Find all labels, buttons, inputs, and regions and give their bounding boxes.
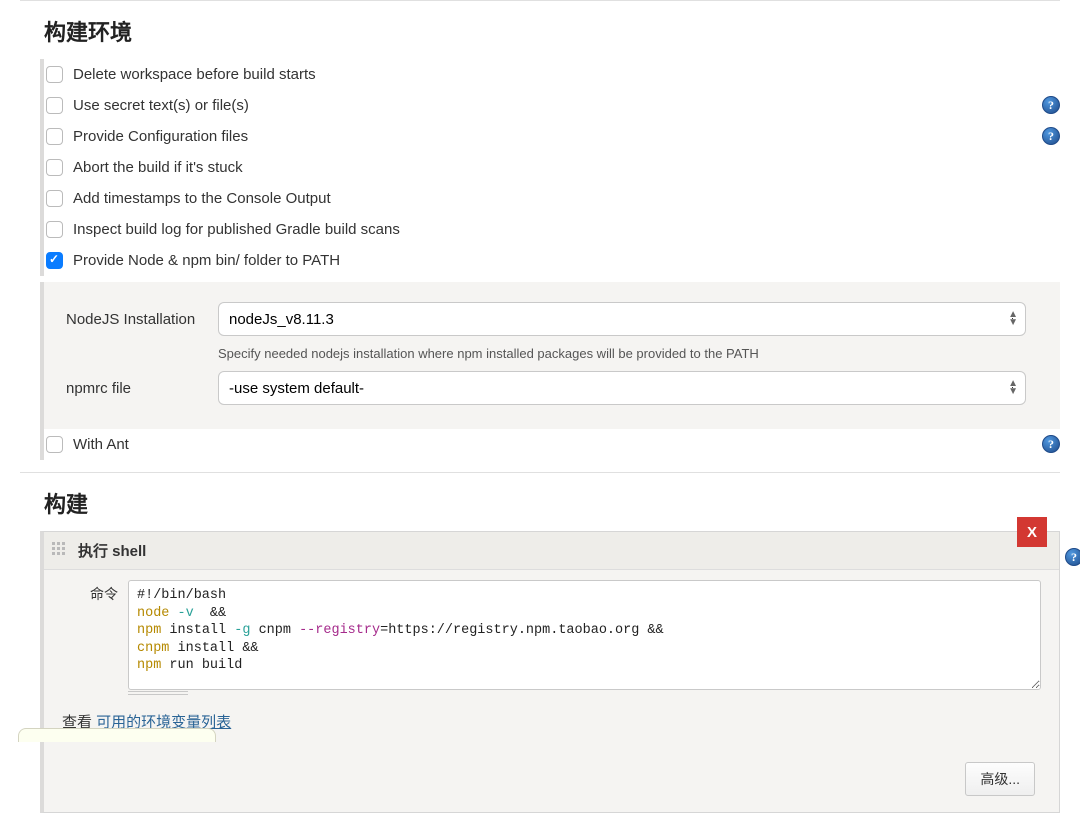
opt-label: Delete workspace before build starts — [73, 66, 316, 83]
command-textarea[interactable]: #!/bin/bash node -v && npm install -g cn… — [128, 580, 1041, 690]
opt-delete-workspace[interactable]: Delete workspace before build starts — [44, 59, 1060, 90]
delete-step-button[interactable]: X — [1017, 517, 1047, 547]
opt-label: Abort the build if it's stuck — [73, 159, 243, 176]
nodejs-install-label: NodeJS Installation — [66, 311, 218, 328]
opt-gradle-scans[interactable]: Inspect build log for published Gradle b… — [44, 214, 1060, 245]
checkbox-delete-workspace[interactable] — [46, 66, 63, 83]
help-icon[interactable]: ? — [1065, 548, 1080, 566]
build-env-options: Delete workspace before build starts Use… — [40, 59, 1060, 276]
advanced-button[interactable]: 高级... — [965, 762, 1035, 796]
checkbox-provide-node[interactable] — [46, 252, 63, 269]
checkbox-use-secret[interactable] — [46, 97, 63, 114]
resize-grip-icon[interactable] — [128, 691, 188, 695]
opt-label: Use secret text(s) or file(s) — [73, 97, 249, 114]
help-icon[interactable]: ? — [1042, 127, 1060, 145]
opt-provide-node[interactable]: Provide Node & npm bin/ folder to PATH — [44, 245, 1060, 276]
opt-label: Add timestamps to the Console Output — [73, 190, 331, 207]
step-title: 执行 shell — [78, 532, 146, 569]
section-build-title: 构建 — [44, 487, 1060, 519]
section-build-env-title: 构建环境 — [44, 15, 1060, 47]
help-icon[interactable]: ? — [1042, 96, 1060, 114]
command-label: 命令 — [62, 580, 128, 604]
checkbox-with-ant[interactable] — [46, 436, 63, 453]
opt-label: Provide Configuration files — [73, 128, 248, 145]
nodejs-install-select[interactable]: nodeJs_v8.11.3 — [218, 302, 1026, 336]
opt-provide-config[interactable]: Provide Configuration files ? — [44, 121, 1060, 152]
nodejs-config-panel: NodeJS Installation nodeJs_v8.11.3 ▲▼ Sp… — [40, 282, 1060, 429]
opt-timestamps[interactable]: Add timestamps to the Console Output — [44, 183, 1060, 214]
npmrc-label: npmrc file — [66, 380, 218, 397]
checkbox-gradle-scans[interactable] — [46, 221, 63, 238]
help-icon[interactable]: ? — [1042, 435, 1060, 453]
build-step-execute-shell: X ? 执行 shell 命令 #!/bin/bash node -v && n… — [40, 531, 1060, 813]
opt-abort-stuck[interactable]: Abort the build if it's stuck — [44, 152, 1060, 183]
drag-handle-icon[interactable] — [52, 542, 70, 560]
opt-label: Inspect build log for published Gradle b… — [73, 221, 400, 238]
checkbox-abort-stuck[interactable] — [46, 159, 63, 176]
opt-label: Provide Node & npm bin/ folder to PATH — [73, 252, 340, 269]
opt-use-secret[interactable]: Use secret text(s) or file(s) ? — [44, 90, 1060, 121]
checkbox-provide-config[interactable] — [46, 128, 63, 145]
step-header[interactable]: 执行 shell — [44, 532, 1059, 570]
npmrc-select[interactable]: -use system default- — [218, 371, 1026, 405]
build-env-options-2: With Ant ? — [40, 429, 1060, 460]
checkbox-timestamps[interactable] — [46, 190, 63, 207]
opt-with-ant[interactable]: With Ant ? — [44, 429, 1060, 460]
opt-label: With Ant — [73, 436, 129, 453]
nodejs-install-hint: Specify needed nodejs installation where… — [218, 346, 1026, 361]
